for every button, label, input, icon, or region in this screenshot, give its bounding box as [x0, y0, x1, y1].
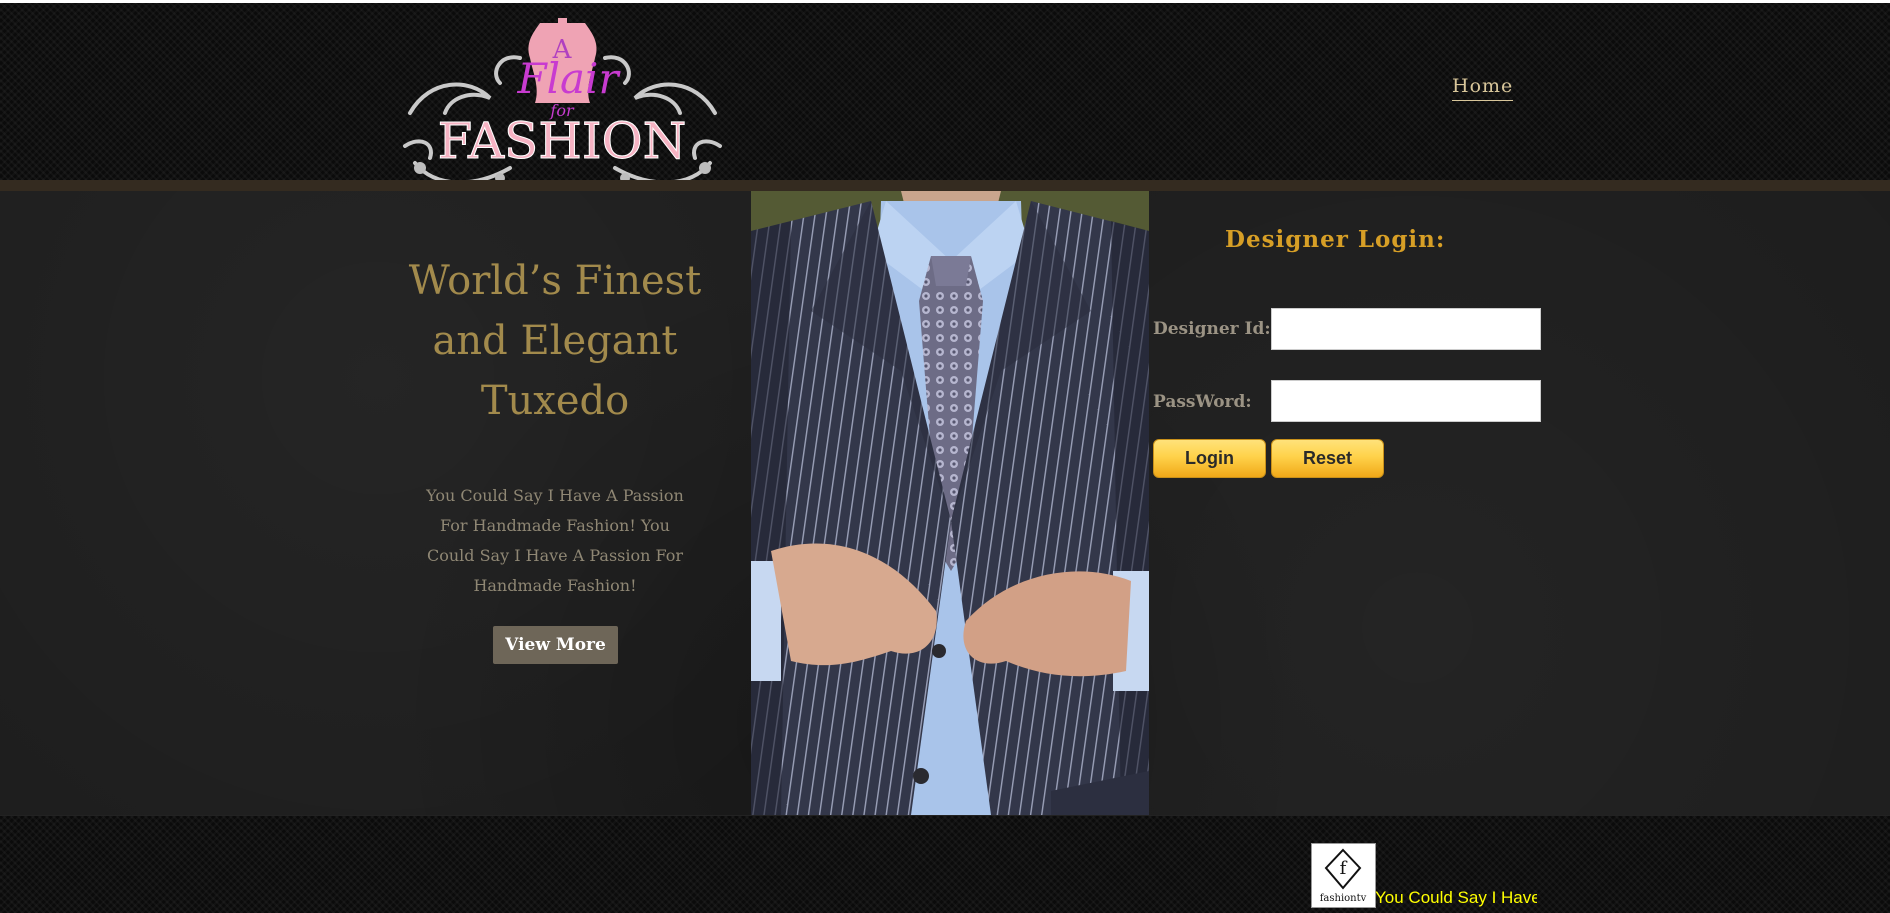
hero-title-line-2: and Elegant — [432, 318, 678, 364]
view-more-button[interactable]: View More — [493, 626, 618, 664]
tuxedo-image — [751, 191, 1149, 815]
hero-title-line-1: World’s Finest — [408, 258, 702, 304]
hero-description: You Could Say I Have A Passion For Handm… — [426, 486, 684, 595]
site-header: A Flair for FASHION Home — [0, 3, 1890, 185]
header-divider — [0, 180, 1890, 191]
nav-home-link[interactable]: Home — [1452, 75, 1514, 101]
login-button[interactable]: Login — [1153, 439, 1266, 478]
logo-word-flair: Flair — [516, 54, 621, 103]
designer-id-label: Designer Id: — [1153, 319, 1271, 339]
reset-button[interactable]: Reset — [1271, 439, 1384, 478]
brand-logo[interactable]: A Flair for FASHION — [400, 18, 725, 193]
hero-title: World’s Finest and Elegant Tuxedo — [395, 251, 715, 431]
main-content: World’s Finest and Elegant Tuxedo You Co… — [0, 191, 1890, 815]
fashiontv-logo[interactable]: f fashiontv — [1311, 843, 1376, 908]
login-title: Designer Login: — [1225, 226, 1446, 253]
footer-marquee: You Could Say I Have — [1375, 888, 1537, 910]
designer-id-input[interactable] — [1271, 308, 1541, 350]
svg-text:f: f — [1340, 858, 1348, 879]
password-label: PassWord: — [1153, 392, 1252, 412]
marquee-text: You Could Say I Have — [1375, 888, 1537, 907]
logo-word-fashion: FASHION — [438, 112, 687, 170]
password-input[interactable] — [1271, 380, 1541, 422]
hero-title-line-3: Tuxedo — [480, 378, 630, 424]
site-footer: f fashiontv You Could Say I Have — [0, 815, 1890, 913]
fashiontv-logo-text: fashiontv — [1320, 893, 1367, 904]
